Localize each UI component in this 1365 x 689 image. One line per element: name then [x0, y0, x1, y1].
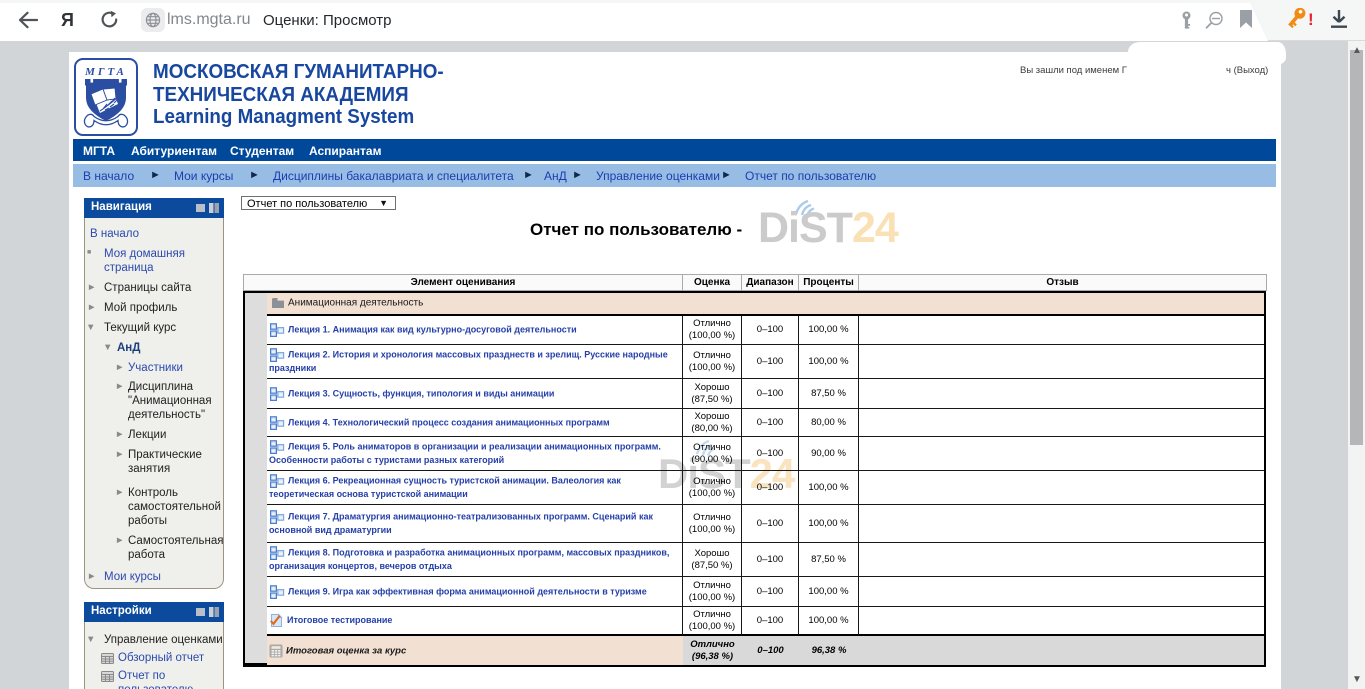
svg-text:МГТА: МГТА — [84, 66, 127, 78]
svg-text:!: ! — [1308, 10, 1314, 29]
